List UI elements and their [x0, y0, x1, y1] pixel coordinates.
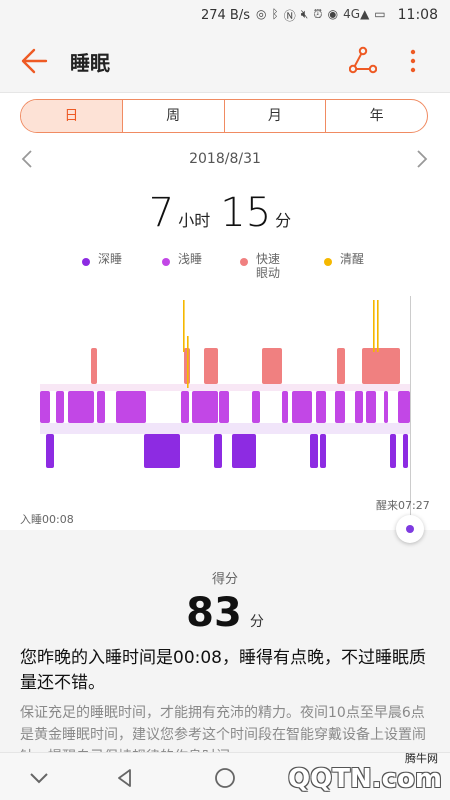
score-value: 83 [186, 590, 242, 636]
sleep-segment-light [398, 391, 410, 423]
signal-icon: 4G▲ [343, 6, 370, 21]
location-icon: ◎ [256, 6, 267, 21]
stage-transition-band [40, 423, 410, 434]
sleep-summary: 您昨晚的入睡时间是00:08，睡得有点晚，不过睡眠质量还不错。 [20, 648, 426, 693]
legend-dot [324, 258, 332, 266]
sleep-segment-light [252, 391, 260, 423]
time-cursor-line [410, 296, 411, 516]
wake-time-label: 醒来07:27 [376, 499, 430, 512]
sleep-segment-light [335, 391, 345, 423]
stage-transition-band [40, 384, 410, 391]
network-speed: 274 B/s [200, 7, 250, 23]
score-label: 得分 [211, 572, 238, 587]
legend-item-rem: 快速眼动 [240, 252, 282, 280]
sleep-segment-rem [337, 348, 345, 384]
tab-day[interactable]: 日 [21, 100, 122, 132]
sleep-segment-deep [403, 434, 408, 468]
legend-item-light: 浅睡 [162, 252, 202, 266]
chevron-right-icon[interactable] [415, 150, 429, 168]
nfc-icon: Ⓝ [283, 8, 296, 23]
tab-year[interactable]: 年 [325, 100, 427, 132]
chevron-down-icon[interactable] [28, 767, 50, 789]
page-title: 睡眠 [70, 51, 110, 75]
score-unit: 分 [249, 614, 264, 630]
tab-week[interactable]: 周 [121, 100, 224, 132]
sleep-segment-light [116, 391, 146, 423]
sleep-segment-light [282, 391, 288, 423]
alarm-icon: ⏰︎ [313, 6, 323, 21]
sleep-segment-awake [183, 300, 185, 352]
sleep-advice: 保证充足的睡眠时间，才能拥有充沛的精力。夜间10点至早晨6点是黄金睡眠时间，建议… [20, 705, 426, 752]
sleep-segment-deep [310, 434, 318, 468]
sleep-segment-awake [187, 336, 189, 388]
back-nav-icon[interactable] [114, 767, 136, 789]
sleep-segment-deep [144, 434, 180, 468]
sleep-segment-light [40, 391, 50, 423]
sleep-segment-awake [373, 300, 375, 352]
status-bar: 274 B/s ◎ ᛒ Ⓝ 🔇︎ ⏰︎ ◉ 4G▲ ▭ 11:08 [0, 0, 450, 30]
period-tabs: 日 周 月 年 [20, 99, 428, 133]
sleep-segment-light [181, 391, 189, 423]
duration-hours-unit: 小时 [178, 211, 211, 230]
sleep-segment-deep [320, 434, 326, 468]
current-date: 2018/8/31 [189, 151, 261, 167]
legend-item-deep: 深睡 [82, 252, 122, 266]
watermark: 腾牛网 QQTN.com [288, 752, 442, 794]
sleep-segment-deep [214, 434, 222, 468]
sleep-segment-light [366, 391, 376, 423]
sleep-segment-light [316, 391, 326, 423]
sleep-segment-rem [262, 348, 282, 384]
sleep-segment-light [97, 391, 105, 423]
bluetooth-icon: ᛒ [271, 6, 279, 21]
sleep-score: 83 分 [0, 590, 450, 636]
sleep-segment-light [56, 391, 64, 423]
divider [0, 92, 450, 93]
battery-icon: ▭ [374, 6, 386, 21]
sleep-start-label: 入睡00:08 [20, 513, 74, 526]
sleep-segment-rem [91, 348, 97, 384]
sleep-segment-light [219, 391, 229, 423]
duration-minutes: 15 [220, 190, 272, 236]
score-panel: 得分 83 分 您昨晚的入睡时间是00:08，睡得有点晚，不过睡眠质量还不错。 保… [0, 530, 450, 752]
legend-dot [240, 258, 248, 266]
legend-item-awake: 清醒 [324, 252, 364, 266]
date-navigation: 2018/8/31 [0, 148, 450, 172]
sleep-segment-deep [390, 434, 396, 468]
home-nav-icon[interactable] [214, 767, 236, 789]
sleep-legend: 深睡 浅睡 快速眼动 清醒 [76, 252, 376, 286]
sleep-segment-light [192, 391, 218, 423]
legend-dot [162, 258, 170, 266]
status-time: 11:08 [397, 7, 438, 23]
sleep-segment-deep [46, 434, 54, 468]
system-nav-bar: 腾牛网 QQTN.com [0, 752, 450, 800]
sleep-segment-light [355, 391, 363, 423]
app-bar: 睡眠 [0, 30, 450, 92]
legend-dot [82, 258, 90, 266]
sleep-segment-awake [377, 300, 379, 352]
sleep-duration: 7 小时 15 分 [0, 190, 450, 236]
duration-minutes-unit: 分 [275, 211, 292, 230]
mute-icon: 🔇︎ [300, 6, 309, 21]
sleep-segment-deep [232, 434, 256, 468]
sleep-stage-chart [40, 300, 410, 468]
share-icon[interactable] [349, 46, 377, 74]
more-options-icon[interactable] [404, 46, 422, 76]
eye-icon: ◉ [327, 6, 339, 21]
tab-month[interactable]: 月 [223, 100, 326, 132]
time-cursor-handle[interactable] [396, 515, 424, 543]
status-icons: ◎ ᛒ Ⓝ 🔇︎ ⏰︎ ◉ 4G▲ ▭ [256, 7, 386, 24]
duration-hours: 7 [148, 190, 175, 236]
sleep-segment-light [292, 391, 312, 423]
sleep-segment-rem [362, 348, 400, 384]
sleep-segment-light [68, 391, 94, 423]
sleep-segment-light [384, 391, 388, 423]
back-arrow-icon[interactable] [20, 48, 48, 74]
sleep-segment-rem [204, 348, 218, 384]
